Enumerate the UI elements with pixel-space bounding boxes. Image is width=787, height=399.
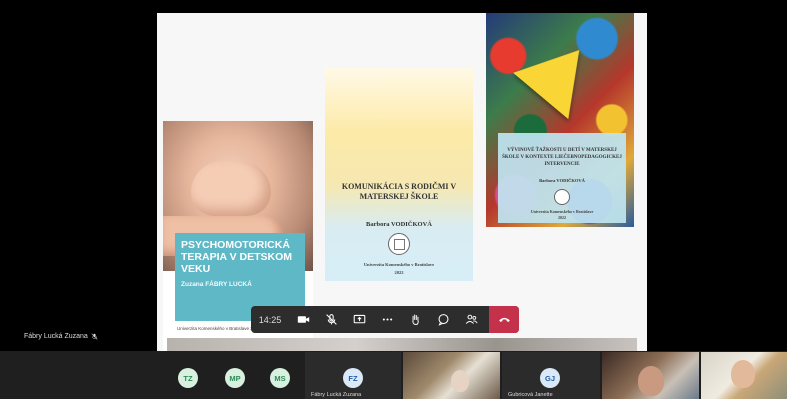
presentation-slide: PSYCHOMOTORICKÁ TERAPIA V DETSKOM VEKU Z… — [157, 13, 647, 351]
mic-muted-icon — [325, 314, 337, 325]
participant-video-tile[interactable] — [403, 352, 500, 399]
book-publisher: Univerzita Komenského v Bratislave 2022 — [331, 261, 467, 277]
hand-icon — [411, 314, 419, 325]
book-title: KOMUNIKÁCIA S RODIČMI V MATERSKEJ ŠKOLE — [341, 182, 457, 201]
participant-video-image — [638, 366, 664, 396]
book-author: Barbora VODIČKOVÁ — [365, 221, 432, 228]
participant-video-tile[interactable] — [602, 352, 699, 399]
share-screen-icon — [353, 314, 365, 324]
publish-year: 2022 — [394, 270, 404, 275]
participant-video-tile[interactable] — [701, 352, 787, 399]
raise-hand-button[interactable] — [401, 306, 429, 333]
more-options-button[interactable] — [373, 306, 401, 333]
slide-bottom-image — [167, 338, 637, 351]
cover-title-panel: VÝVINOVÉ ŤAŽKOSTI U DETÍ V MATERSKEJ ŠKO… — [498, 133, 626, 223]
presenter-name-text: Fábry Lucká Zuzana — [24, 333, 88, 340]
shared-screen: PSYCHOMOTORICKÁ TERAPIA V DETSKOM VEKU Z… — [0, 0, 787, 351]
participant-avatar-gj: GJ — [540, 368, 560, 388]
book-title: PSYCHOMOTORICKÁ TERAPIA V DETSKOM VEKU — [181, 239, 293, 275]
presenter-label: Fábry Lucká Zuzana — [24, 333, 98, 340]
camera-button[interactable] — [289, 306, 317, 333]
university-logo-icon — [388, 233, 410, 255]
book-cover-komunikacia: KOMUNIKÁCIA S RODIČMI V MATERSKEJ ŠKOLE … — [325, 68, 473, 281]
meeting-timer: 14:25 — [258, 314, 282, 325]
mic-button[interactable] — [317, 306, 345, 333]
mic-muted-icon — [91, 333, 98, 340]
people-icon — [465, 314, 478, 324]
participant-avatar-tz[interactable]: TZ — [178, 368, 198, 388]
participant-name: Gubricová Janette — [508, 392, 553, 398]
participant-avatar-ms[interactable]: MS — [270, 368, 290, 388]
hang-up-icon — [498, 317, 510, 322]
share-screen-button[interactable] — [345, 306, 373, 333]
book-author: Zuzana FÁBRY LUCKÁ — [181, 281, 252, 288]
participant-tile-fz[interactable]: FZ Fábry Lucká Zuzana — [305, 352, 401, 399]
participant-avatar-fz: FZ — [343, 368, 363, 388]
paper-plane-image — [513, 26, 607, 120]
book-publisher: Univerzita Komenského v Bratislave 2022 — [502, 209, 622, 221]
camera-icon — [297, 316, 309, 323]
book-title: VÝVINOVÉ ŤAŽKOSTI U DETÍ V MATERSKEJ ŠKO… — [502, 148, 622, 167]
more-icon — [382, 318, 392, 321]
participant-video-image — [731, 360, 755, 388]
university-logo-icon — [554, 189, 570, 205]
meeting-controls: 14:25 — [251, 306, 519, 333]
participant-tile-gj[interactable]: GJ Gubricová Janette — [502, 352, 600, 399]
publisher-name: Univerzita Komenského v Bratislave — [363, 262, 435, 267]
book-cover-vyvinove: VÝVINOVÉ ŤAŽKOSTI U DETÍ V MATERSKEJ ŠKO… — [486, 13, 634, 227]
end-call-button[interactable] — [489, 306, 519, 333]
participants-button[interactable] — [457, 306, 485, 333]
baby-hand-image — [191, 161, 271, 216]
book-author: Barbora VODIČKOVÁ — [539, 178, 585, 183]
chat-icon — [438, 314, 448, 326]
participant-video-image — [451, 370, 469, 392]
participant-avatar-mp[interactable]: MP — [225, 368, 245, 388]
chat-button[interactable] — [429, 306, 457, 333]
publish-year: 2022 — [558, 215, 566, 220]
participant-name: Fábry Lucká Zuzana — [311, 392, 362, 398]
